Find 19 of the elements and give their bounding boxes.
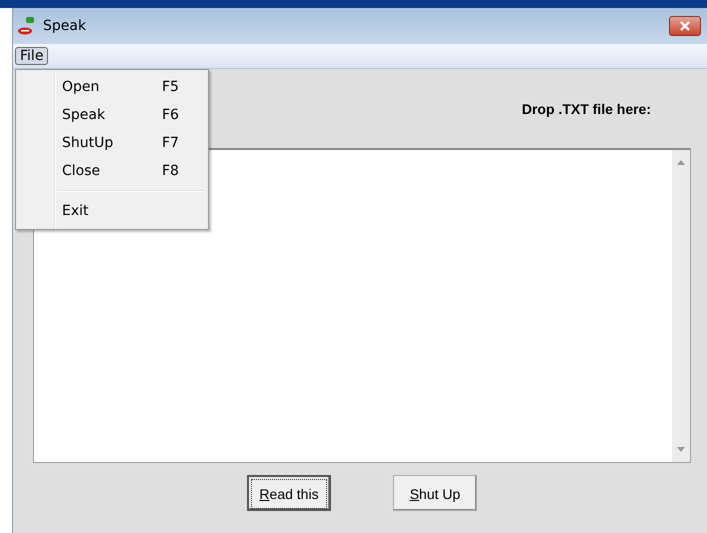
push-button[interactable]: Shut Up [393, 475, 477, 511]
text-area[interactable] [33, 148, 691, 463]
shortcut-label: F7 [162, 135, 179, 151]
scroll-bar[interactable] [672, 150, 690, 462]
close-button[interactable] [669, 16, 701, 36]
shortcut-label: F5 [162, 79, 179, 95]
window-title: Speak [43, 18, 86, 34]
lips-icon [17, 16, 37, 36]
push-button[interactable]: Read this [247, 475, 331, 511]
shortcut-label: F6 [162, 107, 179, 123]
close-icon [679, 21, 691, 31]
drop-label: Drop .TXT file here: [522, 100, 651, 116]
menu-item[interactable]: Speak [62, 107, 162, 123]
menu-item[interactable]: Exit [62, 203, 162, 219]
menu-item[interactable]: Close [62, 163, 162, 179]
shortcut-label: F8 [162, 163, 179, 179]
menu-item[interactable]: File [15, 47, 48, 65]
menu-item[interactable]: ShutUp [62, 135, 162, 151]
menu-item[interactable]: Open [62, 79, 162, 95]
